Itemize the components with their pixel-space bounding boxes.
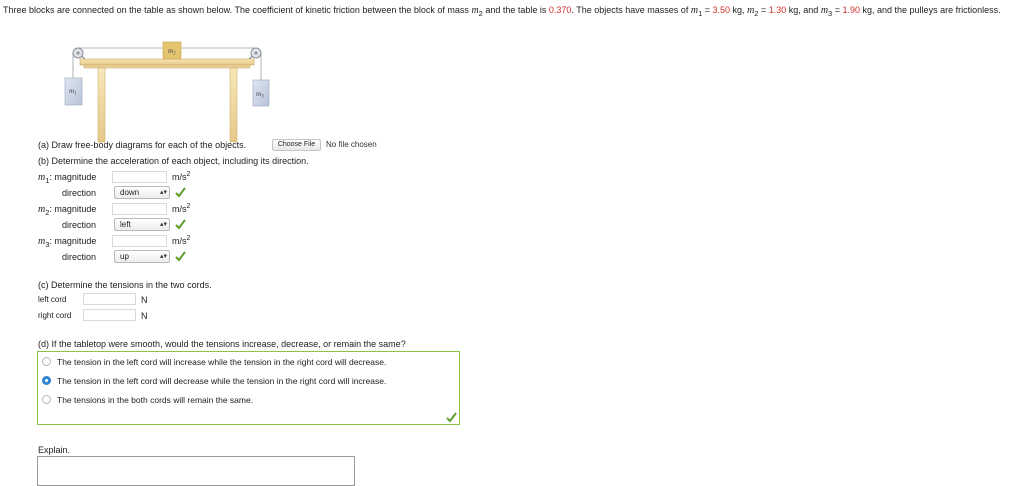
m3-magnitude-label: m3: magnitude: [38, 236, 97, 249]
explain-label: Explain.: [38, 445, 71, 455]
m2-magnitude-unit: m/s2: [172, 203, 191, 214]
m2-symbol: m: [471, 5, 479, 16]
intro-text-end: kg, and the pulleys are frictionless.: [860, 5, 1001, 15]
m2-direction-value: left: [120, 220, 131, 229]
m3-direction-label: direction: [62, 252, 97, 262]
left-cord-tension-input[interactable]: [83, 293, 136, 305]
equals: =: [702, 5, 713, 15]
select-arrows-icon: ▴▾: [159, 221, 167, 228]
table-leg-left: [97, 67, 106, 143]
part-c-label: (c) Determine the tensions in the two co…: [38, 280, 212, 290]
m1-value: 3.50: [712, 5, 731, 15]
m2-direction-label: direction: [62, 220, 97, 230]
m2-direction-select[interactable]: left ▴▾: [114, 218, 170, 231]
m1-magnitude-input[interactable]: [112, 171, 167, 183]
intro-text-masses: . The objects have masses of: [571, 5, 691, 15]
option-3-text[interactable]: The tensions in the both cords will rema…: [57, 395, 253, 405]
correct-check-icon: [175, 251, 186, 262]
option-1-radio[interactable]: [42, 357, 51, 366]
option-1-text[interactable]: The tension in the left cord will increa…: [57, 357, 386, 367]
correct-check-icon: [175, 219, 186, 230]
equals: =: [758, 5, 769, 15]
equals: =: [832, 5, 843, 15]
left-pulley: [72, 47, 87, 61]
m1-symbol: m: [690, 5, 699, 16]
no-file-chosen-text: No file chosen: [326, 140, 377, 149]
select-arrows-icon: ▴▾: [159, 253, 167, 260]
m3-direction-value: up: [120, 252, 129, 261]
m2-value: 1.30: [768, 5, 787, 15]
right-cord-label: right cord: [38, 311, 72, 320]
m3-magnitude-unit: m/s2: [172, 235, 191, 246]
tabletop: [79, 58, 255, 66]
m1-direction-value: down: [120, 188, 140, 197]
right-pulley: [247, 47, 262, 61]
m1-magnitude-unit: m/s2: [172, 171, 191, 182]
left-cord-unit: N: [141, 295, 148, 305]
m3-magnitude-input[interactable]: [112, 235, 167, 247]
separator-and: , and: [798, 5, 821, 15]
m2-magnitude-input[interactable]: [112, 203, 167, 215]
left-cord-label: left cord: [38, 295, 67, 304]
table-leg-right: [229, 67, 238, 143]
intro-text-mid: and the table is: [482, 5, 549, 15]
m3-direction-select[interactable]: up ▴▾: [114, 250, 170, 263]
m3-symbol: m: [820, 5, 829, 16]
m1-direction-label: direction: [62, 188, 97, 198]
option-2-text[interactable]: The tension in the left cord will decrea…: [57, 376, 386, 386]
explain-textarea[interactable]: [37, 456, 355, 486]
unit-kg: kg: [730, 5, 743, 15]
problem-statement: Three blocks are connected on the table …: [3, 3, 1018, 21]
part-a-label: (a) Draw free-body diagrams for each of …: [38, 140, 247, 150]
friction-coefficient-value: 0.370: [548, 5, 572, 15]
choose-file-button[interactable]: Choose File: [272, 139, 321, 151]
correct-check-icon: [446, 412, 457, 423]
select-arrows-icon: ▴▾: [159, 189, 167, 196]
intro-text: Three blocks are connected on the table …: [3, 5, 472, 15]
part-d-label: (d) If the tabletop were smooth, would t…: [38, 339, 406, 349]
correct-check-icon: [175, 187, 186, 198]
table-apron: [83, 64, 251, 69]
m3-value: 1.90: [842, 5, 861, 15]
right-cord-unit: N: [141, 311, 148, 321]
table-figure: m2 m1 m3: [64, 41, 270, 143]
m2-magnitude-label: m2: magnitude: [38, 204, 97, 217]
option-3-radio[interactable]: [42, 395, 51, 404]
option-2-radio[interactable]: [42, 376, 51, 385]
m1-direction-select[interactable]: down ▴▾: [114, 186, 170, 199]
m1-magnitude-label: m1: magnitude: [38, 172, 97, 185]
unit-kg: kg: [786, 5, 799, 15]
part-b-label: (b) Determine the acceleration of each o…: [38, 156, 309, 166]
right-cord-tension-input[interactable]: [83, 309, 136, 321]
